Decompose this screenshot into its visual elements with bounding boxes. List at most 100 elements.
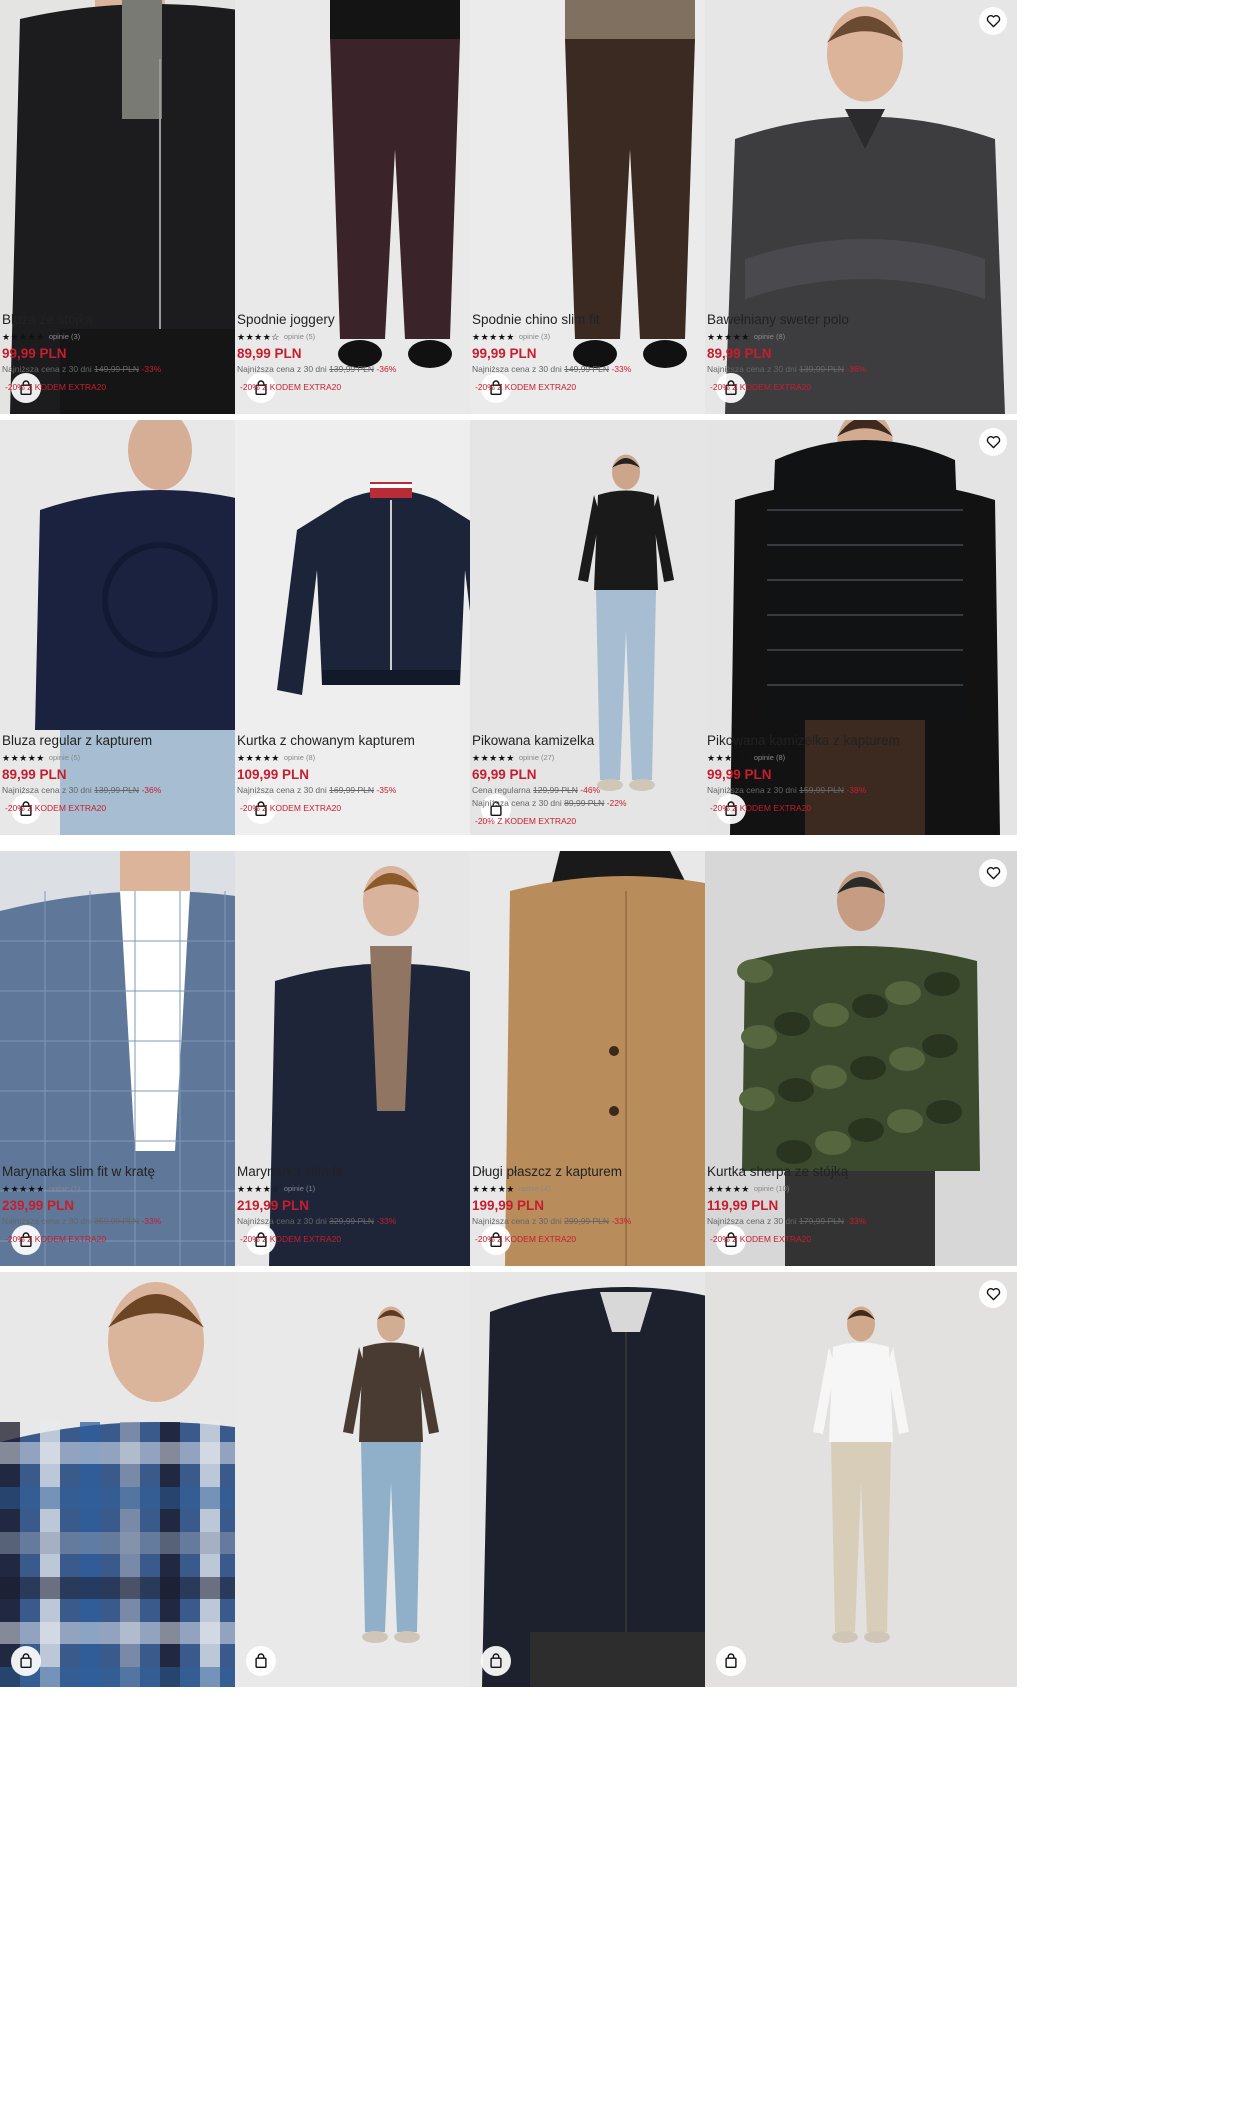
rating-stars: ★★★★★ <box>2 1184 45 1194</box>
review-count: opinie (5) <box>48 753 81 762</box>
old-price: 169,99 PLN <box>329 785 375 795</box>
discount-percent: -33% <box>846 1216 867 1226</box>
promo-code-label: -20% Z KODEM EXTRA20 <box>710 803 812 813</box>
review-count: opinie (1) <box>283 1184 316 1193</box>
discount-percent: -36% <box>846 364 867 374</box>
product-grid: Bluza ze stójką ★★★★★ opinie (3) 99,99 P… <box>0 0 1250 2108</box>
old-price: 139,99 PLN <box>94 785 140 795</box>
sale-price: 119,99 PLN <box>707 1198 779 1213</box>
promo-code-label: -20% Z KODEM EXTRA20 <box>710 1234 812 1244</box>
price-note-label: Cena regularna <box>472 785 531 795</box>
discount-percent: -33% <box>141 1216 162 1226</box>
price-note-label: Najniższa cena z 30 dni <box>237 364 327 374</box>
add-to-cart-bag-icon[interactable] <box>716 1646 746 1676</box>
discount-percent: -33% <box>376 1216 397 1226</box>
sale-price: 99,99 PLN <box>707 767 772 782</box>
review-count: opinie (1) <box>48 1184 81 1193</box>
favorite-heart-icon[interactable] <box>979 428 1007 456</box>
sale-price: 89,99 PLN <box>707 346 772 361</box>
discount-percent: -33% <box>611 364 632 374</box>
rating-stars: ★★★★★ <box>707 1184 750 1194</box>
shopping-bag-icon-glyph <box>255 1653 267 1668</box>
shopping-bag-icon-glyph <box>20 1653 32 1668</box>
review-count: opinie (10) <box>753 1184 790 1193</box>
old-price: 139,99 PLN <box>329 364 375 374</box>
product-rating: ★★★★★ opinie (10) <box>707 1184 1015 1194</box>
price-note-label: Najniższa cena z 30 dni <box>707 785 797 795</box>
rating-stars: ★★★★☆ <box>237 332 280 342</box>
rating-stars: ★★★★★ <box>472 1184 515 1194</box>
price-note-label: Najniższa cena z 30 dni <box>237 785 327 795</box>
discount-percent: -35% <box>376 785 397 795</box>
rating-stars: ★★★★★ <box>2 753 45 763</box>
price-note-label: Najniższa cena z 30 dni <box>472 1216 562 1226</box>
price-note-label: Najniższa cena z 30 dni <box>237 1216 327 1226</box>
rating-stars: ★★★★★ <box>707 332 750 342</box>
discount-percent: -46% <box>580 785 601 795</box>
price-note-label: Najniższa cena z 30 dni <box>707 364 797 374</box>
shopping-bag-icon-glyph <box>725 1653 737 1668</box>
price-note: Najniższa cena z 30 dni 139,99 PLN -36% <box>707 364 1015 375</box>
old-price: 89,99 PLN <box>564 798 605 808</box>
old-price: 299,99 PLN <box>564 1216 610 1226</box>
rating-stars: ★★★★★ <box>472 332 515 342</box>
rating-stars: ★★★★☆ <box>237 1184 280 1194</box>
price-note-label: Najniższa cena z 30 dni <box>2 1216 92 1226</box>
product-info: Pikowana kamizelka z kapturem ★★★★★ opin… <box>707 733 1015 814</box>
review-count: opinie (3) <box>48 332 81 341</box>
rating-stars: ★★★★★ <box>2 332 45 342</box>
heart-icon-glyph <box>986 15 1000 28</box>
price-note-label: Najniższa cena z 30 dni <box>2 364 92 374</box>
add-to-cart-bag-icon[interactable] <box>11 1646 41 1676</box>
shopping-bag-icon-glyph <box>490 1653 502 1668</box>
old-price: 159,99 PLN <box>799 785 845 795</box>
product-name[interactable]: Pikowana kamizelka z kapturem <box>707 733 1015 749</box>
discount-percent: -36% <box>141 785 162 795</box>
review-count: opinie (4) <box>518 1184 551 1193</box>
favorite-heart-icon[interactable] <box>979 1280 1007 1308</box>
product-name[interactable]: Bawełniany sweter polo <box>707 312 1015 328</box>
heart-icon-glyph <box>986 867 1000 880</box>
product-card[interactable] <box>705 1272 1017 1832</box>
product-rating: ★★★★★ opinie (8) <box>707 753 1015 763</box>
discount-percent: -38% <box>846 785 867 795</box>
rating-stars: ★★★★★ <box>237 753 280 763</box>
product-image[interactable] <box>705 1272 1017 1687</box>
old-price: 149,99 PLN <box>564 364 610 374</box>
price-note: Najniższa cena z 30 dni 159,99 PLN -38% <box>707 785 1015 796</box>
price-note-label: Najniższa cena z 30 dni <box>472 798 562 808</box>
product-name[interactable]: Kurtka sherpa ze stójką <box>707 1164 1015 1180</box>
product-info: Kurtka sherpa ze stójką ★★★★★ opinie (10… <box>707 1164 1015 1245</box>
heart-icon-glyph <box>986 436 1000 449</box>
price-note: Najniższa cena z 30 dni 179,99 PLN -33% <box>707 1216 1015 1227</box>
product-photo-illustration <box>705 1272 1017 1687</box>
old-price: 179,99 PLN <box>799 1216 845 1226</box>
promo-code-label: -20% Z KODEM EXTRA20 <box>710 382 812 392</box>
favorite-heart-icon[interactable] <box>979 7 1007 35</box>
review-count: opinie (8) <box>753 753 786 762</box>
old-price: 129,99 PLN <box>532 785 578 795</box>
price-note-label: Najniższa cena z 30 dni <box>707 1216 797 1226</box>
price-note-label: Najniższa cena z 30 dni <box>2 785 92 795</box>
old-price: 359,99 PLN <box>94 1216 140 1226</box>
favorite-heart-icon[interactable] <box>979 859 1007 887</box>
discount-percent: -36% <box>376 364 397 374</box>
review-count: opinie (5) <box>283 332 316 341</box>
review-count: opinie (8) <box>283 753 316 762</box>
review-count: opinie (3) <box>518 332 551 341</box>
add-to-cart-bag-icon[interactable] <box>246 1646 276 1676</box>
rating-stars: ★★★★★ <box>472 753 515 763</box>
discount-percent: -33% <box>611 1216 632 1226</box>
discount-percent: -22% <box>606 798 627 808</box>
add-to-cart-bag-icon[interactable] <box>481 1646 511 1676</box>
review-count: opinie (27) <box>518 753 555 762</box>
heart-icon-glyph <box>986 1288 1000 1301</box>
old-price: 329,99 PLN <box>329 1216 375 1226</box>
old-price: 139,99 PLN <box>799 364 845 374</box>
product-info: Bawełniany sweter polo ★★★★★ opinie (8) … <box>707 312 1015 393</box>
old-price: 149,99 PLN <box>94 364 140 374</box>
review-count: opinie (8) <box>753 332 786 341</box>
product-rating: ★★★★★ opinie (8) <box>707 332 1015 342</box>
discount-percent: -33% <box>141 364 162 374</box>
price-note-label: Najniższa cena z 30 dni <box>472 364 562 374</box>
